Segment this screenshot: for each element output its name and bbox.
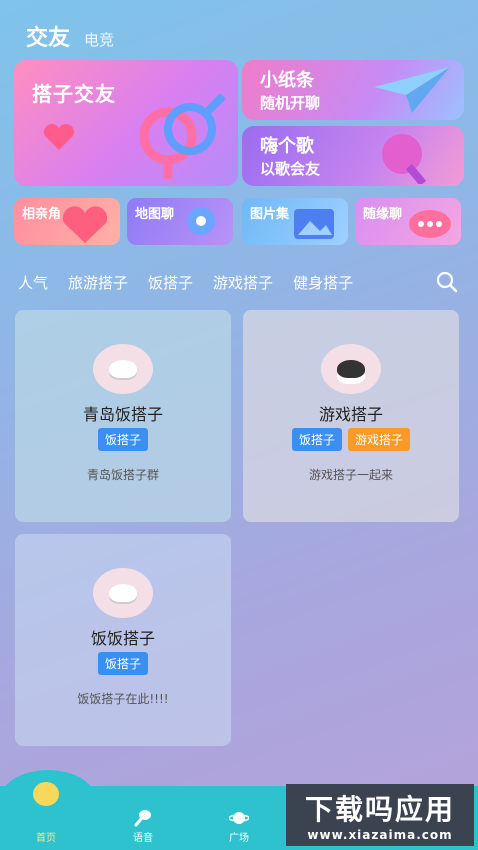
heart-icon xyxy=(43,123,75,150)
chat-bubble-icon xyxy=(409,210,451,238)
group-card[interactable]: 游戏搭子 饭搭子 游戏搭子 游戏搭子一起来 xyxy=(243,310,459,522)
avatar xyxy=(93,568,153,618)
watermark-main: 下载吗应用 xyxy=(304,793,455,826)
banner-song-subtitle: 以歌会友 xyxy=(260,160,321,178)
tab-fitness-partner[interactable]: 健身搭子 xyxy=(293,272,353,293)
search-icon[interactable] xyxy=(436,271,458,293)
group-title: 饭饭搭子 xyxy=(90,629,155,648)
home-icon xyxy=(33,782,59,806)
location-pin-icon xyxy=(187,207,215,235)
nav-plaza-label: 广场 xyxy=(229,833,249,844)
tab-friends[interactable]: 交友 xyxy=(26,20,70,52)
nav-voice-label: 语音 xyxy=(133,833,153,844)
paper-plane-icon xyxy=(374,67,450,113)
microphone-icon xyxy=(134,810,151,827)
watermark-url: www.xiazaima.com xyxy=(307,828,453,842)
avatar xyxy=(93,344,153,394)
group-description: 青岛饭搭子群 xyxy=(86,468,159,482)
banner-photo-gallery-label: 图片集 xyxy=(250,207,290,222)
nav-home-label: 首页 xyxy=(36,833,56,844)
tag: 饭搭子 xyxy=(291,428,342,451)
image-icon xyxy=(294,209,334,239)
tag-list: 饭搭子 xyxy=(15,428,231,451)
tab-travel-partner[interactable]: 旅游搭子 xyxy=(68,272,128,293)
group-card[interactable]: 青岛饭搭子 饭搭子 青岛饭搭子群 xyxy=(15,310,231,522)
watermark-logo: 下载吗应用 www.xiazaima.com xyxy=(286,784,474,846)
banner-note[interactable]: 小纸条 随机开聊 xyxy=(242,60,464,120)
tab-game-partner[interactable]: 游戏搭子 xyxy=(213,272,273,293)
banner-random-chat[interactable]: 随缘聊 xyxy=(355,198,461,245)
home-bubble xyxy=(0,770,96,830)
banner-song-title: 嗨个歌 xyxy=(260,136,314,157)
category-tabs: 人气 旅游搭子 饭搭子 游戏搭子 健身搭子 xyxy=(18,272,353,293)
banner-map-chat[interactable]: 地图聊 xyxy=(127,198,233,245)
tab-esports[interactable]: 电竞 xyxy=(84,29,114,50)
tag: 饭搭子 xyxy=(97,652,148,675)
microphone-icon xyxy=(382,134,427,184)
planet-icon xyxy=(229,812,249,824)
tag-list: 饭搭子 游戏搭子 xyxy=(243,428,459,451)
avatar xyxy=(321,344,381,394)
nav-home[interactable]: 首页 xyxy=(16,829,76,844)
banner-random-chat-label: 随缘聊 xyxy=(363,207,403,222)
tab-popular[interactable]: 人气 xyxy=(18,272,48,293)
banner-map-chat-label: 地图聊 xyxy=(135,207,175,222)
banner-photo-gallery[interactable]: 图片集 xyxy=(242,198,348,245)
gender-symbol-icon xyxy=(139,93,226,179)
nav-voice[interactable]: 语音 xyxy=(113,809,173,844)
header: 交友 电竞 xyxy=(26,20,114,52)
group-description: 游戏搭子一起来 xyxy=(308,468,393,482)
banner-blind-date[interactable]: 相亲角 xyxy=(14,198,120,245)
banner-song[interactable]: 嗨个歌 以歌会友 xyxy=(242,126,464,186)
tag: 饭搭子 xyxy=(97,428,148,451)
status-bar xyxy=(0,0,478,10)
tab-meal-partner[interactable]: 饭搭子 xyxy=(148,272,193,293)
heart-icon xyxy=(62,206,108,243)
tag-list: 饭搭子 xyxy=(15,652,231,675)
group-title: 游戏搭子 xyxy=(318,405,383,424)
banner-note-title: 小纸条 xyxy=(260,70,314,91)
group-description: 饭饭搭子在此!!!! xyxy=(77,692,169,706)
banner-partner-dating[interactable]: 搭子交友 xyxy=(14,60,238,186)
banner-blind-date-label: 相亲角 xyxy=(22,207,62,222)
tag: 游戏搭子 xyxy=(348,428,411,451)
group-card[interactable]: 饭饭搭子 饭搭子 饭饭搭子在此!!!! xyxy=(15,534,231,746)
banner-note-subtitle: 随机开聊 xyxy=(260,94,321,112)
banner-partner-dating-label: 搭子交友 xyxy=(32,82,116,106)
nav-plaza[interactable]: 广场 xyxy=(209,809,269,844)
group-title: 青岛饭搭子 xyxy=(82,405,163,424)
